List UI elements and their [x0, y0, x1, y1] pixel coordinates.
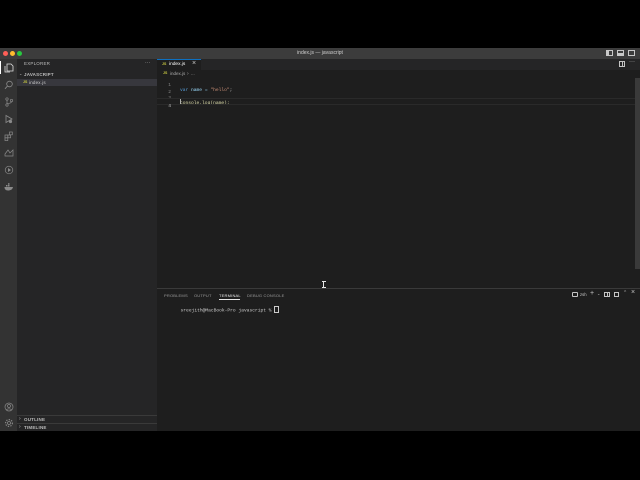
account-icon[interactable]: [3, 401, 14, 412]
search-icon[interactable]: [3, 79, 14, 90]
maximize-panel-icon[interactable]: ⌃: [623, 290, 627, 296]
chevron-right-icon: ›: [19, 416, 21, 422]
javascript-file-icon: JS: [162, 62, 167, 66]
file-item-index-js[interactable]: JS index.js: [17, 79, 157, 86]
kill-terminal-icon[interactable]: [614, 292, 619, 297]
code-line-current: 4: [157, 97, 635, 109]
code-editor[interactable]: 1 var name = "hello"; 2 3 console.log(na…: [157, 78, 635, 287]
terminal-prompt: sreejith@MacBook-Pro javascript %: [180, 308, 275, 314]
chevron-down-icon: ⌄: [19, 71, 23, 76]
chevron-down-icon[interactable]: ⌄: [597, 291, 600, 296]
more-actions-icon[interactable]: ···: [629, 59, 635, 65]
outline-label: OUTLINE: [24, 417, 46, 422]
active-tab-underline: [219, 299, 240, 300]
active-indicator: [0, 61, 1, 74]
terminal-output[interactable]: sreejith@MacBook-Pro javascript %: [164, 301, 279, 319]
tab-problems[interactable]: PROBLEMS: [164, 293, 188, 298]
run-debug-icon[interactable]: [3, 113, 14, 124]
tab-output[interactable]: OUTPUT: [194, 293, 212, 298]
manage-gear-icon[interactable]: [3, 417, 14, 428]
toggle-sidebar-icon[interactable]: [606, 50, 613, 56]
close-panel-icon[interactable]: ×: [631, 289, 635, 296]
split-terminal-icon[interactable]: [604, 292, 610, 297]
customize-layout-icon[interactable]: [628, 50, 635, 56]
new-terminal-icon[interactable]: +: [590, 290, 594, 297]
extensions-icon[interactable]: [3, 130, 14, 141]
javascript-file-icon: JS: [23, 80, 28, 84]
folder-label: JAVASCRIPT: [24, 72, 54, 77]
tab-index-js[interactable]: JS index.js ×: [157, 59, 201, 70]
file-label: index.js: [29, 80, 46, 85]
explorer-sidebar: EXPLORER ··· ⌄ JAVASCRIPT JS index.js › …: [17, 59, 157, 431]
line-number: 4: [168, 103, 171, 109]
mouse-text-cursor-top: [321, 281, 326, 282]
shell-name[interactable]: zsh: [580, 292, 587, 297]
explorer-header: EXPLORER: [24, 61, 51, 66]
tab-terminal[interactable]: TERMINAL: [219, 293, 241, 298]
files-icon[interactable]: [3, 62, 14, 73]
close-tab-icon[interactable]: ×: [192, 60, 196, 67]
tab-label: index.js: [169, 62, 186, 67]
editor-scrollbar[interactable]: [635, 78, 640, 269]
terminal-cursor: [274, 306, 279, 313]
title-bar: index.js — javascript: [0, 48, 640, 59]
breadcrumb-separator: ›: [187, 70, 189, 77]
chevron-right-icon: ›: [19, 424, 21, 430]
toggle-panel-icon[interactable]: [617, 50, 624, 56]
tab-debug-console[interactable]: DEBUG CONSOLE: [247, 293, 285, 298]
bottom-panel: PROBLEMS OUTPUT TERMINAL DEBUG CONSOLE z…: [157, 288, 640, 431]
more-actions-icon[interactable]: ···: [145, 60, 151, 66]
timeline-section[interactable]: › TIMELINE: [17, 424, 157, 431]
breadcrumb: JS index.js › ...: [157, 70, 640, 78]
javascript-file-icon: JS: [163, 71, 168, 75]
remote-explorer-icon[interactable]: [3, 147, 14, 158]
source-control-icon[interactable]: [3, 96, 14, 107]
docker-icon[interactable]: [3, 181, 14, 192]
vscode-window: index.js — javascript EXPLORER ··· ⌄ JAV…: [0, 48, 640, 431]
timeline-label: TIMELINE: [24, 425, 47, 430]
breadcrumb-file[interactable]: index.js: [170, 71, 185, 76]
breadcrumb-more[interactable]: ...: [191, 71, 195, 76]
terminal-shell-icon: [572, 292, 578, 297]
folder-javascript[interactable]: ⌄ JAVASCRIPT: [17, 71, 157, 79]
activity-bar: [0, 59, 17, 431]
editor-tab-bar: JS index.js × ···: [157, 59, 640, 70]
window-title: index.js — javascript: [297, 50, 343, 56]
mouse-text-cursor-bottom: [321, 287, 326, 288]
text-cursor: [180, 99, 181, 104]
split-editor-icon[interactable]: [619, 61, 625, 67]
testing-icon[interactable]: [3, 164, 14, 175]
